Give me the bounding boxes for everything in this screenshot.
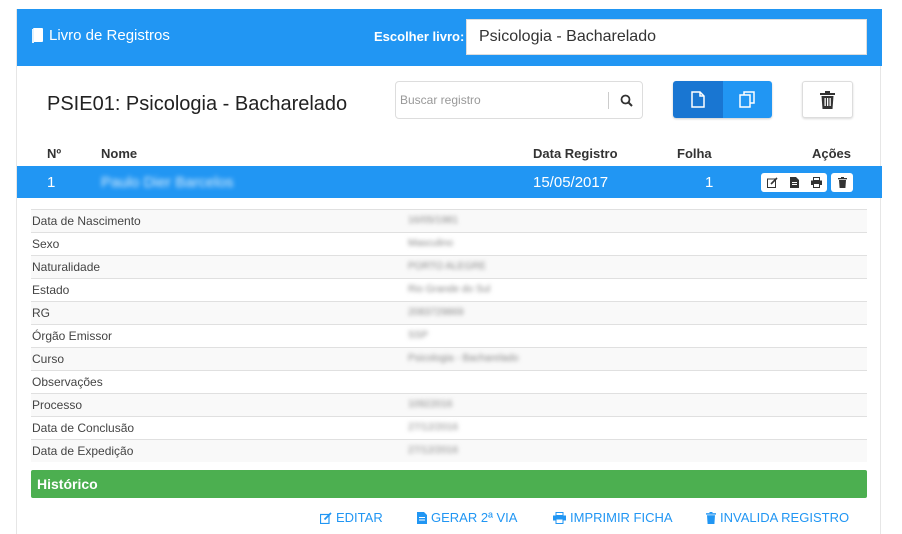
print-link-label: IMPRIMIR FICHA <box>570 510 673 525</box>
search-input[interactable] <box>396 82 608 118</box>
detail-value: 2083729869 <box>408 307 464 318</box>
action-links: EDITAR GERAR 2ª VIA IMPRIMIR FICHA INVAL… <box>17 509 882 529</box>
print-icon <box>553 511 566 524</box>
row-number: 1 <box>47 174 56 191</box>
top-bar: Livro de Registros Escolher livro: Psico… <box>17 9 882 66</box>
detail-value: 27/12/2016 <box>408 445 459 456</box>
detail-value: 10922016 <box>408 399 453 410</box>
detail-value: Masculino <box>408 238 454 249</box>
trash-icon <box>706 511 716 524</box>
invalidate-link[interactable]: INVALIDA REGISTRO <box>706 510 849 525</box>
detail-row: Observações <box>31 370 867 393</box>
file-icon <box>691 91 705 108</box>
row-print-button[interactable] <box>805 173 827 192</box>
details-table: Data de Nascimento 16/05/1981 Sexo Masculin… <box>31 209 867 462</box>
new-record-button[interactable] <box>673 81 723 118</box>
search-button[interactable] <box>609 82 643 118</box>
brand-title: Livro de Registros <box>49 27 170 44</box>
detail-row: Estado Rio Grande do Sul <box>31 278 867 301</box>
trash-icon <box>820 90 835 109</box>
detail-row: Data de Nascimento 16/05/1981 <box>31 209 867 232</box>
second-copy-link[interactable]: GERAR 2ª VIA <box>417 510 517 525</box>
col-actions: Ações <box>812 146 852 161</box>
detail-label: Data de Expedição <box>32 444 134 458</box>
copy-icon <box>739 91 755 108</box>
book-select[interactable]: Psicologia - Bacharelado <box>466 19 867 55</box>
detail-label: Data de Conclusão <box>32 421 135 435</box>
edit-link[interactable]: EDITAR <box>320 510 383 525</box>
delete-button[interactable] <box>802 81 853 118</box>
row-delete-button[interactable] <box>831 173 853 192</box>
print-link[interactable]: IMPRIMIR FICHA <box>553 510 673 525</box>
main-panel: Livro de Registros Escolher livro: Psico… <box>16 9 882 534</box>
detail-value: 16/05/1981 <box>408 215 459 226</box>
detail-value: Psicologia - Bacharelado <box>408 353 519 364</box>
detail-label: Processo <box>32 398 83 412</box>
brand[interactable]: Livro de Registros <box>32 27 170 44</box>
page-title: PSIE01: Psicologia - Bacharelado <box>47 93 348 115</box>
historico-bar[interactable]: Histórico <box>31 470 867 498</box>
detail-label: Naturalidade <box>32 260 101 274</box>
detail-row: RG 2083729869 <box>31 301 867 324</box>
col-name: Nome <box>101 146 138 161</box>
detail-label: RG <box>32 306 50 320</box>
row-date: 15/05/2017 <box>533 174 609 191</box>
detail-value: 27/12/2016 <box>408 422 459 433</box>
detail-row: Curso Psicologia - Bacharelado <box>31 347 867 370</box>
col-number: Nº <box>47 146 62 161</box>
row-document-button[interactable] <box>783 173 805 192</box>
choose-book-label: Escolher livro: <box>374 29 465 44</box>
detail-label: Observações <box>32 375 103 389</box>
copy-record-button[interactable] <box>722 81 772 118</box>
edit-icon <box>320 511 332 524</box>
table-row[interactable]: 1 Paulo Dier Barcelos 15/05/2017 1 <box>17 166 882 198</box>
edit-link-label: EDITAR <box>336 510 383 525</box>
print-icon <box>810 177 822 188</box>
invalidate-link-label: INVALIDA REGISTRO <box>720 510 850 525</box>
detail-label: Estado <box>32 283 70 297</box>
detail-label: Curso <box>32 352 65 366</box>
col-date: Data Registro <box>533 146 618 161</box>
detail-row: Sexo Masculino <box>31 232 867 255</box>
detail-row: Órgão Emissor SSP <box>31 324 867 347</box>
detail-row: Processo 10922016 <box>31 393 867 416</box>
row-edit-button[interactable] <box>761 173 783 192</box>
search-icon <box>620 94 633 107</box>
row-page: 1 <box>705 174 714 191</box>
detail-value: Rio Grande do Sul <box>408 284 491 295</box>
trash-icon <box>837 177 847 188</box>
detail-value: PORTO ALEGRE <box>408 261 486 272</box>
detail-row: Naturalidade PORTO ALEGRE <box>31 255 867 278</box>
row-actions <box>761 173 853 192</box>
detail-label: Data de Nascimento <box>32 214 141 228</box>
edit-icon <box>766 177 778 188</box>
record-button-group <box>673 81 772 118</box>
detail-row: Data de Expedição 27/12/2016 <box>31 439 867 462</box>
document-icon <box>789 177 799 188</box>
col-page: Folha <box>677 146 712 161</box>
detail-label: Órgão Emissor <box>32 329 113 343</box>
book-icon <box>32 28 43 43</box>
search-box <box>395 81 643 119</box>
detail-row: Data de Conclusão 27/12/2016 <box>31 416 867 439</box>
detail-label: Sexo <box>32 237 60 251</box>
detail-value: SSP <box>408 330 429 341</box>
table-header: Nº Nome Data Registro Folha Ações <box>17 145 882 165</box>
second-copy-label: GERAR 2ª VIA <box>431 510 518 525</box>
row-name: Paulo Dier Barcelos <box>101 174 234 191</box>
document-icon <box>417 511 427 524</box>
